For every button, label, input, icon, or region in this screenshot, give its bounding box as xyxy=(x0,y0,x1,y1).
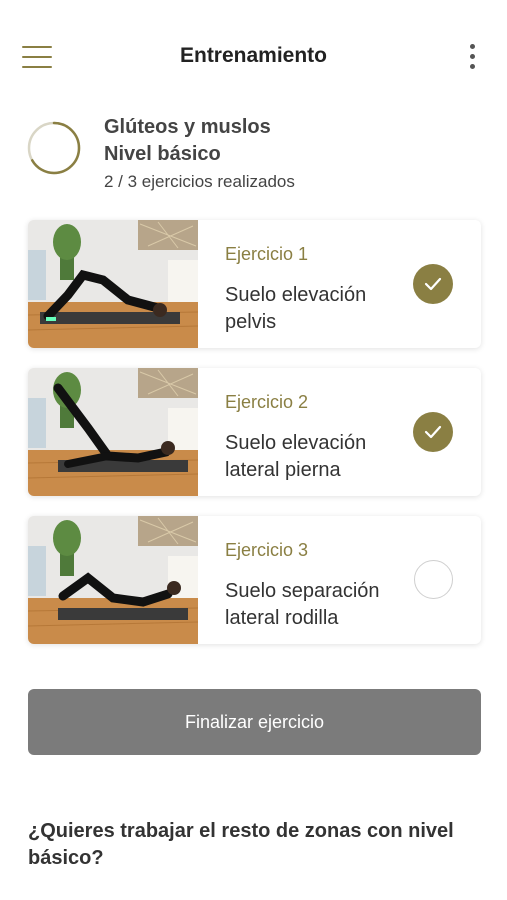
exercise-thumbnail xyxy=(28,368,198,496)
exercise-card-2[interactable]: Ejercicio 2 Suelo elevación lateral pier… xyxy=(28,368,481,496)
exercise-name-line1: Suelo elevación xyxy=(225,432,367,454)
incomplete-check-icon[interactable] xyxy=(414,560,453,599)
progress-ring xyxy=(27,121,81,175)
exercise-name: Suelo elevación pelvis xyxy=(225,282,405,336)
exercise-thumbnail xyxy=(28,220,198,348)
exercise-number: Ejercicio 1 xyxy=(225,244,309,264)
other-zones-question: ¿Quieres trabajar el resto de zonas con … xyxy=(28,820,454,869)
finish-exercise-button[interactable]: Finalizar ejercicio xyxy=(28,689,481,755)
exercise-name-line1: Suelo separación xyxy=(225,580,380,602)
exercise-name-line1: Suelo elevación xyxy=(225,284,367,306)
exercise-thumbnail xyxy=(28,516,198,644)
progress-text: 2 / 3 ejercicios realizados xyxy=(104,172,295,191)
exercise-card-3[interactable]: Ejercicio 3 Suelo separación lateral rod… xyxy=(28,516,481,644)
exercise-name-line2: pelvis xyxy=(225,311,277,333)
exercise-name: Suelo elevación lateral pierna xyxy=(225,430,405,484)
top-bar: Entrenamiento xyxy=(0,0,507,110)
workout-title-line2: Nivel básico xyxy=(104,143,221,165)
exercise-name-line2: lateral pierna xyxy=(225,459,341,481)
exercise-card-1[interactable]: Ejercicio 1 Suelo elevación pelvis xyxy=(28,220,481,348)
workout-title: Glúteos y muslos Nivel básico xyxy=(104,114,271,168)
exercise-name: Suelo separación lateral rodilla xyxy=(225,578,405,632)
workout-title-line1: Glúteos y muslos xyxy=(104,116,271,138)
completed-check-icon[interactable] xyxy=(413,264,453,304)
exercise-name-line2: lateral rodilla xyxy=(225,607,339,629)
exercise-number: Ejercicio 3 xyxy=(225,540,309,560)
completed-check-icon[interactable] xyxy=(413,412,453,452)
more-vertical-icon[interactable] xyxy=(462,42,482,74)
page-title: Entrenamiento xyxy=(179,44,328,67)
exercise-number: Ejercicio 2 xyxy=(225,392,309,412)
